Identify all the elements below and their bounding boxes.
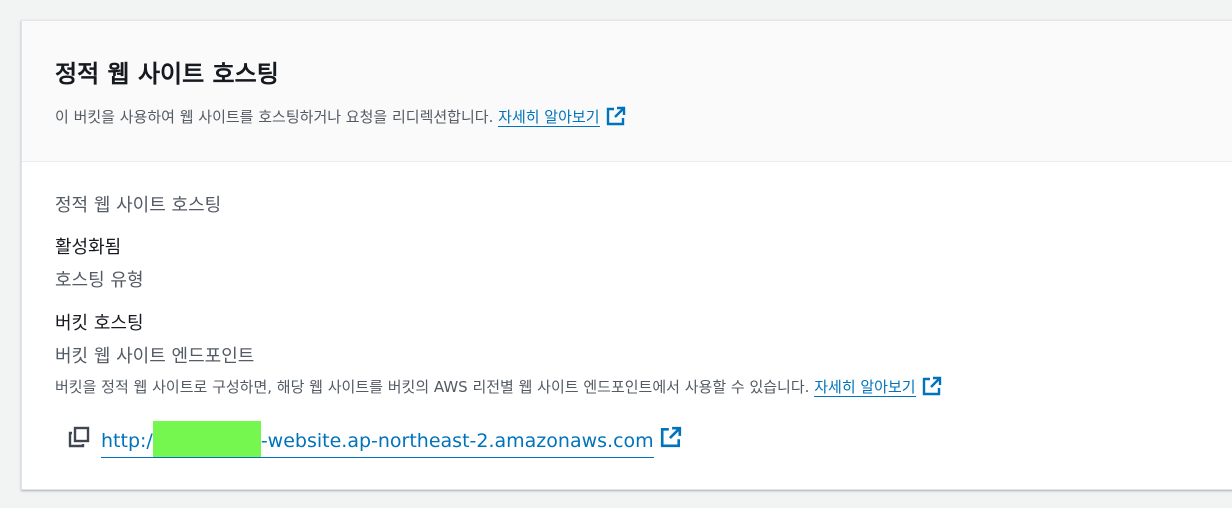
external-link-icon[interactable]: [922, 376, 942, 400]
external-link-icon[interactable]: [606, 106, 626, 130]
panel-title: 정적 웹 사이트 호스팅: [55, 60, 279, 88]
endpoint-learn-more-link[interactable]: 자세히 알아보기: [814, 378, 916, 397]
hosting-status-value: 활성화됨: [55, 237, 122, 258]
external-link-icon[interactable]: [660, 426, 682, 452]
panel-description: 이 버킷을 사용하여 웹 사이트를 호스팅하거나 요청을 리디렉션합니다. 자세…: [55, 106, 626, 130]
copy-icon: [68, 426, 90, 452]
endpoint-learn-more-label: 자세히 알아보기: [814, 378, 916, 396]
redaction-block: [152, 420, 261, 457]
endpoint-label: 버킷 웹 사이트 엔드포인트: [55, 346, 255, 367]
endpoint-url-row: http:/ -website.ap-northeast-2.amazonaws.…: [65, 420, 682, 458]
header-learn-more-label: 자세히 알아보기: [498, 108, 600, 126]
panel-description-text: 이 버킷을 사용하여 웹 사이트를 호스팅하거나 요청을 리디렉션합니다.: [55, 108, 494, 126]
section-label: 정적 웹 사이트 호스팅: [55, 195, 222, 216]
hosting-type-label: 호스팅 유형: [55, 270, 144, 291]
static-website-hosting-panel: 정적 웹 사이트 호스팅 이 버킷을 사용하여 웹 사이트를 호스팅하거나 요청…: [21, 20, 1232, 490]
hosting-type-value: 버킷 호스팅: [55, 313, 144, 334]
endpoint-description-text: 버킷을 정적 웹 사이트로 구성하면, 해당 웹 사이트를 버킷의 AWS 리전…: [55, 378, 810, 396]
endpoint-url-link[interactable]: http:/ -website.ap-northeast-2.amazonaws.…: [101, 420, 654, 458]
endpoint-description: 버킷을 정적 웹 사이트로 구성하면, 해당 웹 사이트를 버킷의 AWS 리전…: [55, 376, 942, 400]
panel-header: 정적 웹 사이트 호스팅 이 버킷을 사용하여 웹 사이트를 호스팅하거나 요청…: [22, 21, 1232, 162]
header-learn-more-link[interactable]: 자세히 알아보기: [498, 108, 600, 127]
endpoint-url-prefix: http:/: [101, 429, 153, 452]
endpoint-url-suffix: -website.ap-northeast-2.amazonaws.com: [260, 429, 654, 452]
copy-button[interactable]: [65, 425, 93, 453]
